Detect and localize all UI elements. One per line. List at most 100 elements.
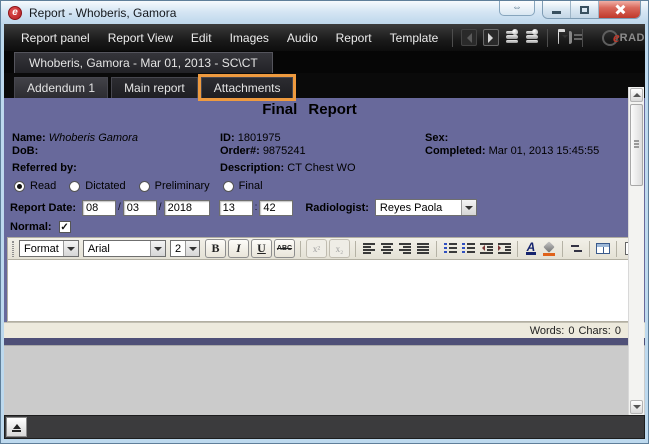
- report-time-minute-input[interactable]: 42: [259, 200, 293, 216]
- scroll-up-button[interactable]: [630, 88, 643, 102]
- align-justify-button[interactable]: [414, 240, 432, 257]
- expand-panel-button[interactable]: [6, 417, 27, 437]
- window-title: Report - Whoberis, Gamora: [29, 6, 176, 20]
- lower-panel: [4, 345, 645, 415]
- chars-count: 0: [615, 325, 621, 337]
- radiologist-label: Radiologist:: [305, 202, 369, 214]
- unordered-list-button[interactable]: [459, 240, 477, 257]
- dock-toggle-button[interactable]: ⇔: [499, 1, 535, 16]
- tab-addendum-1[interactable]: Addendum 1: [14, 77, 108, 98]
- bottom-panel-bar: [4, 415, 645, 439]
- app-window: e Report - Whoberis, Gamora ⇔ Report pan…: [0, 0, 649, 444]
- menu-report-view[interactable]: Report View: [99, 31, 182, 45]
- highlight-color-icon: [543, 242, 555, 256]
- scrollbar-thumb[interactable]: [630, 104, 643, 186]
- normal-label: Normal:: [10, 221, 52, 233]
- patient-study-tab[interactable]: Whoberis, Gamora - Mar 01, 2013 - SC\CT: [14, 52, 273, 73]
- report-date-label: Report Date:: [10, 202, 76, 214]
- align-right-icon: [399, 243, 411, 254]
- report-date-year-input[interactable]: 2018: [164, 200, 210, 216]
- indent-button[interactable]: [495, 240, 513, 257]
- close-button[interactable]: [599, 1, 640, 18]
- referred-by-label: Referred by:: [12, 162, 77, 174]
- radio-preliminary[interactable]: Preliminary: [139, 180, 210, 192]
- strikethrough-button[interactable]: ABC: [274, 239, 295, 258]
- description-value: CT Chest WO: [287, 162, 355, 174]
- name-label: Name:: [12, 132, 46, 144]
- align-justify-icon: [417, 243, 429, 254]
- font-color-icon: A: [526, 242, 537, 255]
- radio-final[interactable]: Final: [223, 180, 263, 192]
- editor-status-bar: Words: 0 Chars: 0: [4, 322, 645, 338]
- horizontal-rule-button[interactable]: [567, 240, 585, 257]
- insert-table-button[interactable]: [594, 240, 612, 257]
- report-date-day-input[interactable]: 08: [82, 200, 116, 216]
- subscript-button[interactable]: x₂: [329, 239, 350, 258]
- report-tabs-bar: Addendum 1 Main report Attachments: [4, 73, 645, 98]
- chevron-down-icon: [461, 200, 476, 215]
- superscript-button[interactable]: x²: [306, 239, 327, 258]
- documents-icon-button[interactable]: [569, 31, 572, 44]
- report-time-hour-input[interactable]: 13: [219, 200, 253, 216]
- tab-attachments[interactable]: Attachments: [201, 77, 294, 98]
- align-left-button[interactable]: [360, 240, 378, 257]
- italic-button[interactable]: I: [228, 239, 249, 258]
- menu-report-panel[interactable]: Report panel: [12, 31, 99, 45]
- menu-audio[interactable]: Audio: [278, 31, 327, 45]
- format-select[interactable]: Format: [19, 240, 79, 257]
- outdent-icon: [480, 243, 493, 254]
- erad-logo-ring-icon: e: [602, 30, 618, 46]
- ordered-list-button[interactable]: [441, 240, 459, 257]
- menu-report[interactable]: Report: [327, 31, 381, 45]
- toolbar-grip-handle[interactable]: [12, 241, 14, 257]
- font-color-button[interactable]: A: [522, 240, 540, 257]
- minimize-button[interactable]: [543, 1, 571, 18]
- ordered-list-icon: [444, 243, 457, 254]
- prev-report-icon: [462, 33, 472, 43]
- insert-table-icon: [596, 243, 610, 254]
- words-count: 0: [568, 325, 574, 337]
- next-report-icon: [488, 33, 498, 43]
- name-value: Whoberis Gamora: [49, 132, 138, 144]
- menu-edit[interactable]: Edit: [182, 31, 221, 45]
- bold-button[interactable]: B: [205, 239, 226, 258]
- report-body-textarea[interactable]: [7, 260, 642, 322]
- menu-images[interactable]: Images: [221, 31, 278, 45]
- tab-main-report[interactable]: Main report: [111, 77, 198, 98]
- outdent-button[interactable]: [477, 240, 495, 257]
- radio-dictated[interactable]: Dictated: [69, 180, 125, 192]
- underline-button[interactable]: U: [251, 239, 272, 258]
- menubar-separator: [547, 29, 548, 47]
- completed-value: Mar 01, 2013 15:45:55: [489, 145, 600, 157]
- maximize-button[interactable]: [571, 1, 599, 18]
- radiologist-select[interactable]: Reyes Paola: [375, 199, 477, 216]
- prev-report-button[interactable]: [461, 29, 477, 46]
- description-label: Description:: [220, 162, 284, 174]
- menu-template[interactable]: Template: [381, 31, 448, 45]
- scroll-down-button[interactable]: [630, 400, 643, 414]
- menubar-separator: [582, 29, 583, 47]
- save-final-button[interactable]: [526, 30, 538, 46]
- menu-bar: Report panel Report View Edit Images Aud…: [4, 24, 645, 51]
- report-date-month-input[interactable]: 03: [123, 200, 157, 216]
- order-label: Order#:: [220, 145, 260, 157]
- normal-checkbox[interactable]: ✓: [59, 221, 71, 233]
- font-select[interactable]: Arial: [83, 240, 166, 257]
- words-label: Words:: [530, 325, 565, 337]
- highlight-color-button[interactable]: [540, 240, 558, 257]
- indent-icon: [498, 243, 511, 254]
- next-report-button[interactable]: [483, 29, 499, 46]
- align-left-icon: [363, 243, 375, 254]
- order-value: 9875241: [263, 145, 306, 157]
- align-center-button[interactable]: [378, 240, 396, 257]
- menubar-separator: [452, 29, 453, 47]
- erad-app-icon: e: [8, 6, 22, 20]
- radio-read[interactable]: Read: [14, 180, 56, 192]
- align-right-button[interactable]: [396, 240, 414, 257]
- dob-label: DoB:: [12, 145, 38, 157]
- vertical-scrollbar[interactable]: [628, 87, 644, 415]
- chevron-down-icon: [150, 241, 165, 256]
- font-size-select[interactable]: 2: [170, 240, 200, 257]
- save-draft-button[interactable]: [506, 30, 518, 46]
- patient-info-grid: Name: Whoberis Gamora DoB: Referred by: …: [12, 132, 637, 175]
